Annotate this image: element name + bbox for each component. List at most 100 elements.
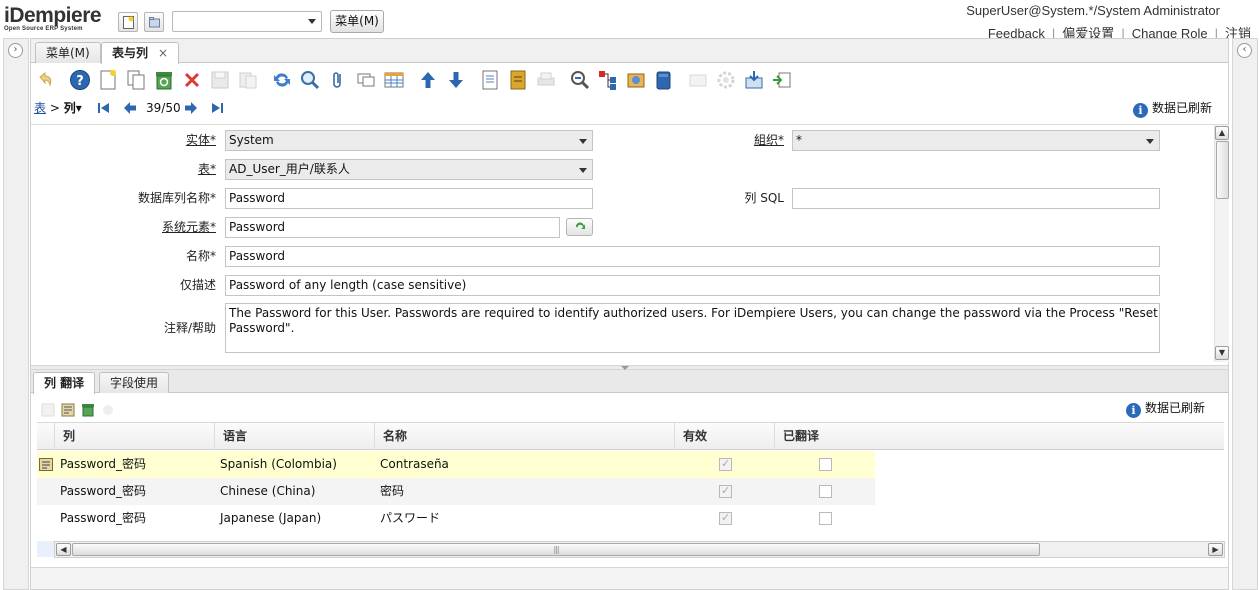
grid-horizontal-scrollbar[interactable]: ◀ ||| ▶: [54, 541, 1225, 558]
scroll-right-icon[interactable]: ▶: [1208, 543, 1223, 556]
next-record-icon[interactable]: [445, 69, 467, 91]
print-icon[interactable]: [535, 69, 557, 91]
previous-record-icon[interactable]: [417, 69, 439, 91]
col-header-language[interactable]: 语言: [214, 423, 374, 450]
breadcrumb-current[interactable]: 列▾: [64, 101, 82, 115]
cell-column[interactable]: Password_密码: [60, 451, 146, 478]
table-row[interactable]: Password_密码 Chinese (China) 密码: [37, 478, 875, 505]
first-record-icon[interactable]: [97, 101, 111, 115]
table-row[interactable]: Password_密码 Japanese (Japan) パスワード: [37, 505, 875, 532]
col-header-column[interactable]: 列: [54, 423, 214, 450]
edit-row-icon[interactable]: [39, 458, 53, 471]
requests-icon[interactable]: [625, 69, 647, 91]
chevron-down-icon: [579, 139, 587, 144]
system-element-label[interactable]: 系统元素*: [121, 217, 216, 237]
feedback-link[interactable]: Feedback: [988, 26, 1045, 38]
app-logo[interactable]: iDempiere Open Source ERP System: [4, 5, 102, 32]
col-header-active[interactable]: 有效: [674, 423, 774, 450]
previous-arrow-icon[interactable]: [123, 101, 137, 115]
client-select[interactable]: System: [225, 130, 593, 151]
cell-name[interactable]: 密码: [380, 478, 404, 505]
last-record-icon[interactable]: [210, 101, 224, 115]
settings-icon[interactable]: [715, 69, 737, 91]
preferences-link[interactable]: 偏爱设置: [1062, 23, 1114, 38]
logout-link[interactable]: 注销: [1225, 23, 1251, 38]
name-input[interactable]: Password: [225, 246, 1160, 267]
translated-checkbox[interactable]: [819, 512, 832, 525]
org-value: *: [796, 133, 802, 147]
delete-icon[interactable]: [153, 69, 175, 91]
process-icon[interactable]: [687, 69, 709, 91]
import-icon[interactable]: [771, 69, 793, 91]
scroll-thumb[interactable]: |||: [72, 543, 1040, 556]
scroll-thumb[interactable]: [1216, 141, 1229, 199]
active-checkbox[interactable]: [719, 484, 732, 498]
new-detail-icon[interactable]: [41, 403, 55, 417]
cell-language[interactable]: Japanese (Japan): [220, 505, 321, 532]
cell-column[interactable]: Password_密码: [60, 505, 146, 532]
system-element-input[interactable]: Password: [225, 217, 560, 238]
archive-icon[interactable]: [507, 69, 529, 91]
org-select[interactable]: *: [792, 130, 1160, 151]
expand-left-icon[interactable]: ›: [8, 43, 23, 58]
expand-right-icon[interactable]: ‹: [1237, 43, 1252, 58]
col-header-name[interactable]: 名称: [374, 423, 674, 450]
scroll-up-icon[interactable]: ▲: [1215, 126, 1229, 140]
form-scrollbar[interactable]: ▲ ▼: [1214, 125, 1229, 362]
db-column-input[interactable]: Password: [225, 188, 593, 209]
translated-checkbox[interactable]: [819, 485, 832, 498]
new-window-button[interactable]: [118, 12, 138, 32]
chat-icon[interactable]: [355, 69, 377, 91]
save-icon[interactable]: [209, 69, 231, 91]
open-window-button[interactable]: [144, 12, 164, 32]
cell-language[interactable]: Chinese (China): [220, 478, 315, 505]
report-icon[interactable]: [479, 69, 501, 91]
cell-language[interactable]: Spanish (Colombia): [220, 451, 337, 478]
close-tab-icon[interactable]: ×: [158, 46, 168, 60]
product-info-icon[interactable]: [653, 69, 675, 91]
active-checkbox[interactable]: [719, 511, 732, 525]
cell-name[interactable]: パスワード: [380, 505, 440, 532]
edit-detail-icon[interactable]: [61, 403, 75, 417]
help-textarea[interactable]: The Password for this User. Passwords ar…: [225, 303, 1160, 353]
refresh-icon[interactable]: [271, 69, 293, 91]
save-and-create-icon[interactable]: [237, 69, 259, 91]
breadcrumb-table-link[interactable]: 表: [34, 101, 46, 115]
table-select[interactable]: AD_User_用户/联系人: [225, 159, 593, 180]
tab-menu[interactable]: 菜单(M): [35, 42, 101, 63]
scroll-down-icon[interactable]: ▼: [1215, 346, 1229, 360]
active-checkbox[interactable]: [719, 457, 732, 471]
attachment-icon[interactable]: [327, 69, 349, 91]
client-label[interactable]: 实体*: [121, 130, 216, 150]
column-sql-input[interactable]: [792, 188, 1160, 209]
global-search-select[interactable]: [172, 11, 322, 32]
grid-toggle-icon[interactable]: [383, 69, 405, 91]
zoom-across-icon[interactable]: [569, 69, 591, 91]
copy-record-icon[interactable]: [125, 69, 147, 91]
undo-icon[interactable]: [34, 69, 56, 91]
translated-checkbox[interactable]: [819, 458, 832, 471]
delete-detail-icon[interactable]: [81, 403, 95, 417]
table-row[interactable]: Password_密码 Spanish (Colombia) Contraseñ…: [37, 451, 875, 478]
table-label[interactable]: 表*: [121, 159, 216, 179]
col-header-translated[interactable]: 已翻译: [774, 423, 1224, 450]
scroll-left-icon[interactable]: ◀: [56, 543, 71, 556]
cell-column[interactable]: Password_密码: [60, 478, 146, 505]
tab-column-translation[interactable]: 列 翻译: [33, 372, 96, 394]
tab-field-usage[interactable]: 字段使用: [99, 372, 170, 393]
new-record-icon[interactable]: [97, 69, 119, 91]
detail-settings-icon[interactable]: [101, 403, 115, 417]
menu-button[interactable]: 菜单(M): [330, 10, 384, 33]
delete-selection-icon[interactable]: [181, 69, 203, 91]
tab-table-column[interactable]: 表与列 ×: [101, 42, 180, 64]
system-element-lookup-button[interactable]: [566, 218, 593, 236]
change-role-link[interactable]: Change Role: [1132, 26, 1208, 38]
next-arrow-icon[interactable]: [184, 101, 198, 115]
description-input[interactable]: Password of any length (case sensitive): [225, 275, 1160, 296]
active-workflows-icon[interactable]: [597, 69, 619, 91]
help-icon[interactable]: ?: [69, 69, 91, 91]
find-icon[interactable]: [299, 69, 321, 91]
org-label[interactable]: 組织*: [681, 130, 784, 150]
cell-name[interactable]: Contraseña: [380, 451, 449, 478]
export-icon[interactable]: [743, 69, 765, 91]
